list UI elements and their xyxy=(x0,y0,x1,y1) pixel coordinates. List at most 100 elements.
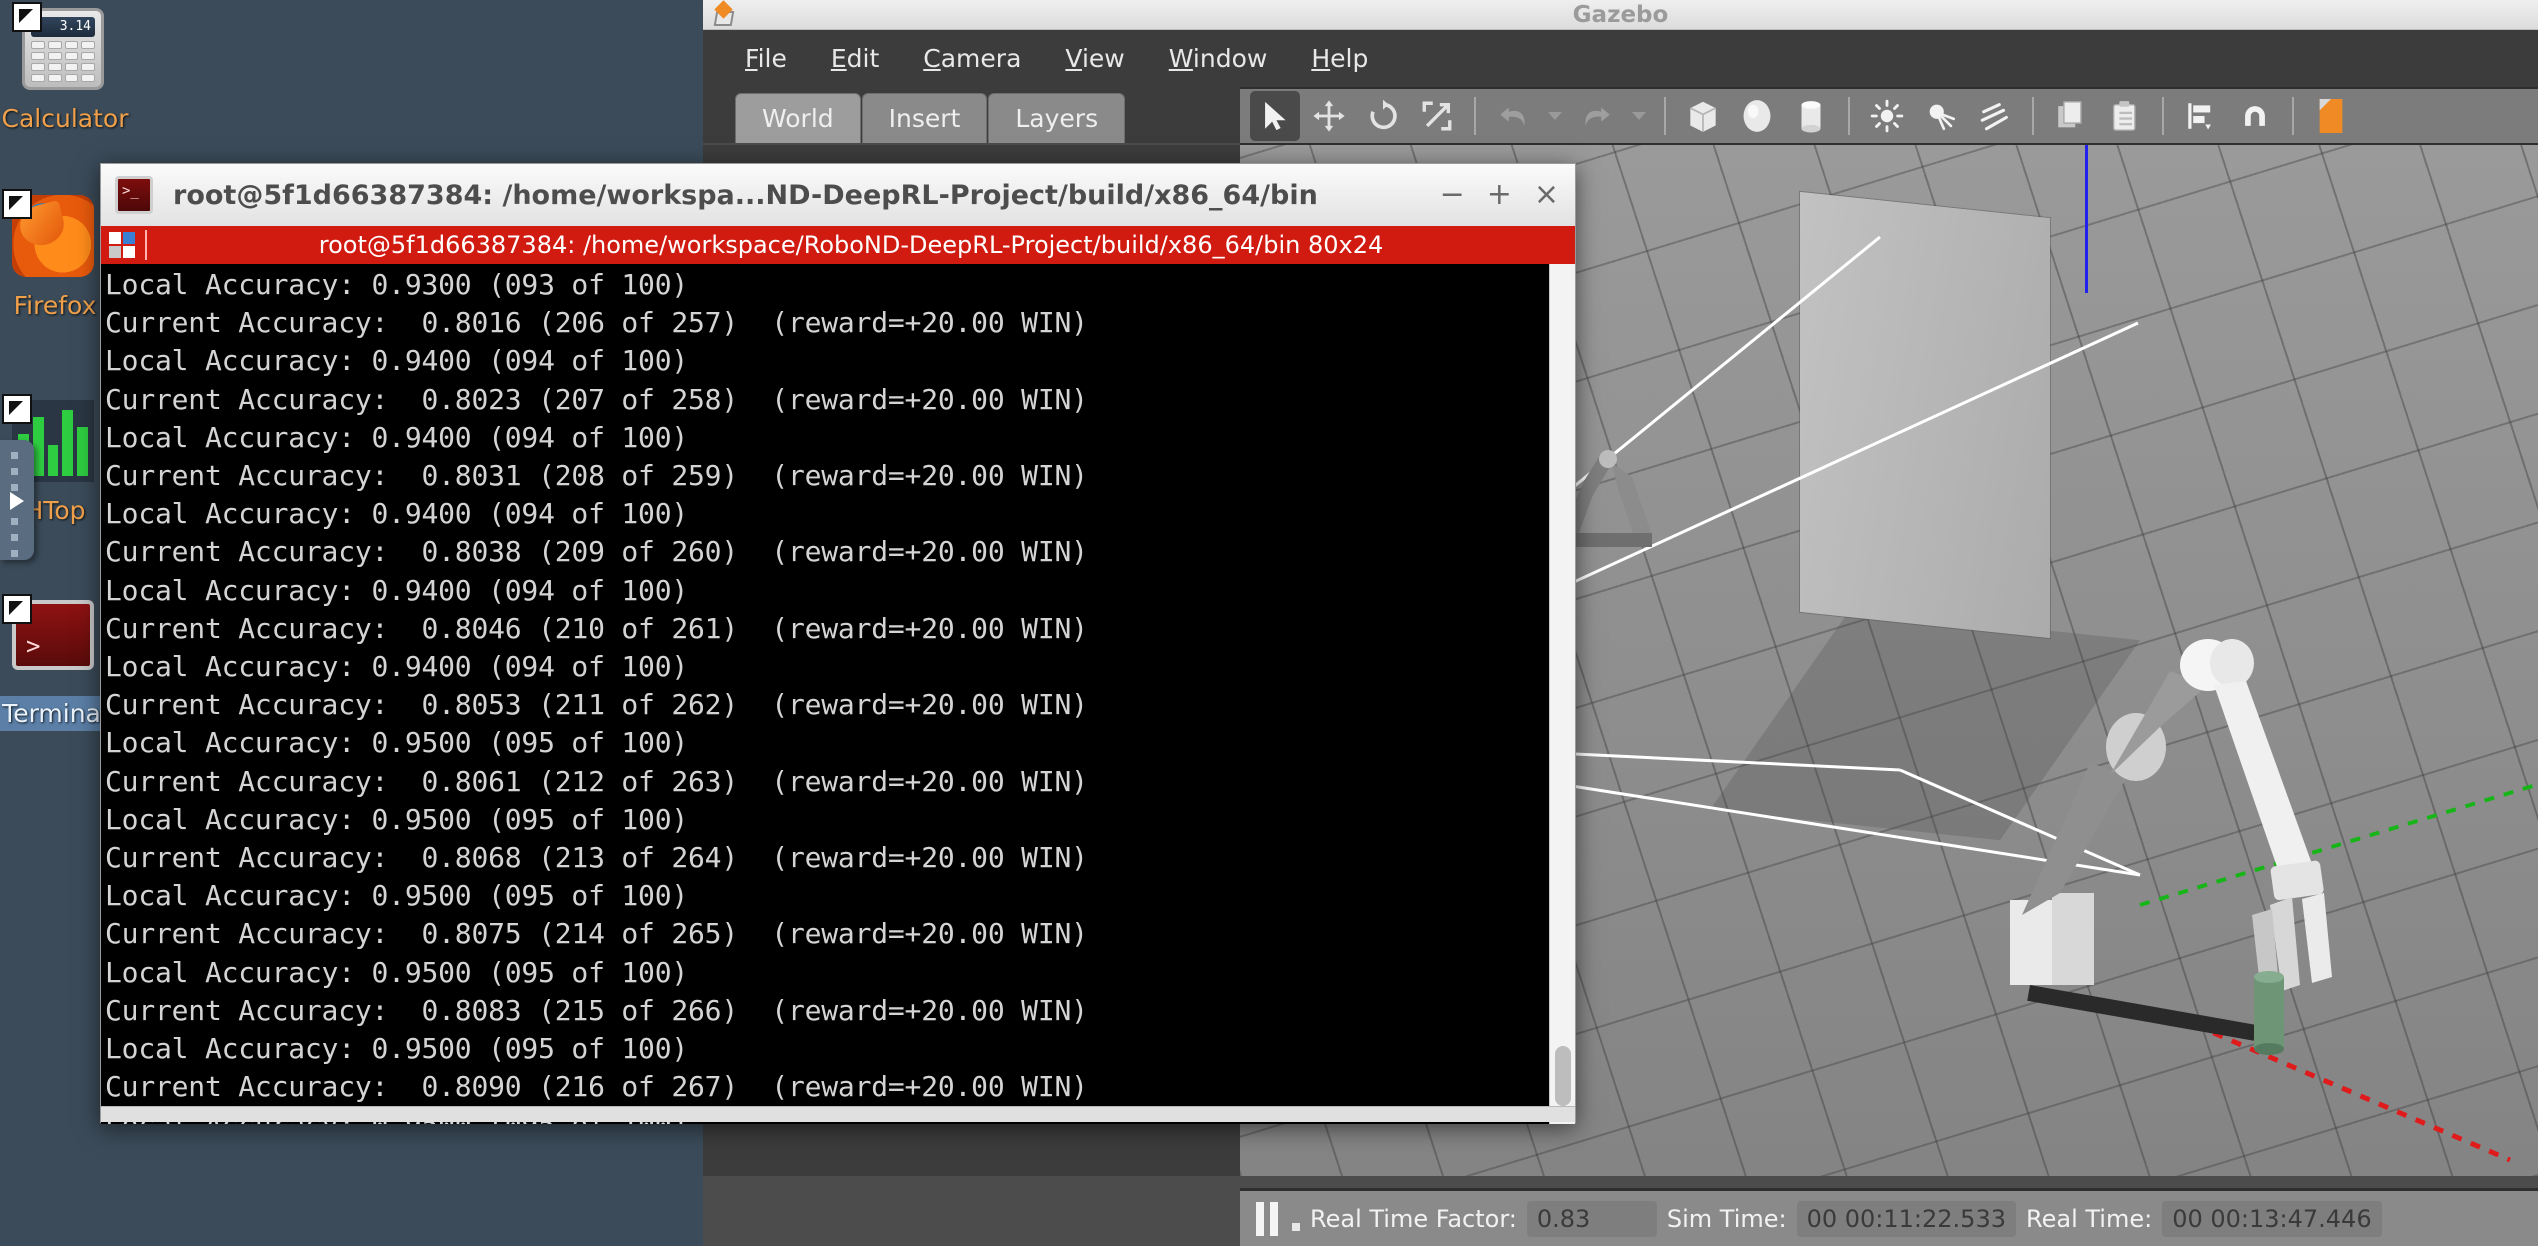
paste-icon[interactable] xyxy=(2100,91,2150,141)
box-icon[interactable] xyxy=(1678,91,1728,141)
terminal-line: Current Accuracy: 0.8016 (206 of 257) (r… xyxy=(105,306,1088,340)
screen: 3.14 Calculator Firefox HTop > Terminal … xyxy=(0,0,2538,1246)
terminal-line: Current Accuracy: 0.8031 (208 of 259) (r… xyxy=(105,459,1088,493)
side-drawer-handle[interactable] xyxy=(0,440,34,560)
shortcut-link-icon xyxy=(2,189,32,219)
terminal-window[interactable]: root@5f1d66387384: /home/workspa...ND-De… xyxy=(100,163,1576,1124)
status-dot-icon xyxy=(1292,1222,1300,1231)
close-button[interactable]: × xyxy=(1534,180,1559,210)
terminal-icon xyxy=(115,176,153,214)
snap-magnet-icon[interactable] xyxy=(2230,91,2280,141)
terminal-window-title: root@5f1d66387384: /home/workspa...ND-De… xyxy=(173,179,1318,211)
terminal-output: Local Accuracy: 0.9300 (093 of 100) Curre… xyxy=(101,264,1549,1124)
menu-item-window[interactable]: Window xyxy=(1169,44,1268,73)
shortcut-link-icon xyxy=(12,2,42,32)
terminal-line: Local Accuracy: 0.9500 (095 of 100) xyxy=(105,955,689,989)
undo-icon[interactable] xyxy=(1488,91,1538,141)
menu-item-view[interactable]: View xyxy=(1065,44,1124,73)
terminal-body[interactable]: Local Accuracy: 0.9300 (093 of 100) Curre… xyxy=(101,264,1575,1124)
scale-icon[interactable] xyxy=(1412,91,1462,141)
sphere-icon[interactable] xyxy=(1732,91,1782,141)
terminal-line: Current Accuracy: 0.8023 (207 of 258) (r… xyxy=(105,382,1088,416)
chevron-down-icon[interactable] xyxy=(1548,112,1562,120)
toolbar-separator xyxy=(1664,97,1666,135)
scrollbar-thumb[interactable] xyxy=(1555,1046,1571,1106)
terminal-line: Current Accuracy: 0.8038 (209 of 260) (r… xyxy=(105,535,1088,569)
terminal-line: Current Accuracy: 0.8068 (213 of 264) (r… xyxy=(105,841,1088,875)
sim-time-label: Sim Time: xyxy=(1666,1204,1787,1233)
terminal-line: Current Accuracy: 0.8090 (216 of 267) (r… xyxy=(105,1070,1088,1104)
terminal-line: Local Accuracy: 0.9500 (095 of 100) xyxy=(105,802,689,836)
menu-item-file[interactable]: File xyxy=(745,44,787,73)
terminal-line: Current Accuracy: 0.8053 (211 of 262) (r… xyxy=(105,688,1088,722)
terminal-line: Current Accuracy: 0.8046 (210 of 261) (r… xyxy=(105,611,1088,645)
tab-layers[interactable]: Layers xyxy=(988,93,1126,143)
chevron-right-icon xyxy=(10,492,24,510)
gazebo-toolbar xyxy=(1240,87,2538,145)
toolbar-separator xyxy=(1848,97,1850,135)
green-target-cylinder xyxy=(2254,971,2284,1055)
real-time-value: 00 00:13:47.446 xyxy=(2162,1200,2382,1237)
menu-item-help[interactable]: Help xyxy=(1311,44,1368,73)
tab-world[interactable]: World xyxy=(735,93,861,143)
terminal-line: Current Accuracy: 0.8083 (215 of 266) (r… xyxy=(105,993,1088,1027)
toolbar-separator xyxy=(2292,97,2294,135)
select-arrow-icon[interactable] xyxy=(1250,91,1300,141)
terminal-icon xyxy=(2,594,98,686)
menu-item-edit[interactable]: Edit xyxy=(831,44,879,73)
cylinder-icon[interactable] xyxy=(1786,91,1836,141)
toolbar-separator xyxy=(2162,97,2164,135)
real-time-factor-label: Real Time Factor: xyxy=(1310,1204,1517,1233)
toolbar-separator xyxy=(1474,97,1476,135)
terminal-line: Local Accuracy: 0.9500 (095 of 100) xyxy=(105,879,689,913)
terminal-tabs-icon xyxy=(109,232,135,258)
terminal-scrollbar[interactable] xyxy=(1549,264,1575,1124)
drawer-grip-dots xyxy=(11,518,18,557)
terminal-line: Local Accuracy: 0.9400 (094 of 100) xyxy=(105,344,689,378)
tab-insert[interactable]: Insert xyxy=(861,93,988,143)
gazebo-window-title: Gazebo xyxy=(1572,1,1669,28)
rotate-icon[interactable] xyxy=(1358,91,1408,141)
terminal-line: Local Accuracy: 0.9300 (093 of 100) xyxy=(105,268,689,301)
shortcut-link-icon xyxy=(2,394,32,424)
terminal-line: Current Accuracy: 0.8075 (214 of 265) (r… xyxy=(105,917,1088,951)
desktop-icon-label: Calculator xyxy=(1,104,129,133)
desktop-icon-label: Terminal xyxy=(0,696,116,731)
chevron-down-icon[interactable] xyxy=(1632,112,1646,120)
terminal-titlebar[interactable]: root@5f1d66387384: /home/workspa...ND-De… xyxy=(101,164,1575,226)
pause-icon[interactable] xyxy=(1256,1201,1282,1236)
terminal-tab-title: root@5f1d66387384: /home/workspace/RoboN… xyxy=(318,231,1384,259)
toolbar-separator xyxy=(2032,97,2034,135)
terminal-line: Local Accuracy: 0.9400 (094 of 100) xyxy=(105,573,689,607)
terminal-line: Current Accuracy: 0.8061 (212 of 263) (r… xyxy=(105,764,1088,798)
translate-move-icon[interactable] xyxy=(1304,91,1354,141)
window-controls: − + × xyxy=(1440,164,1559,226)
terminal-tab-bar[interactable]: root@5f1d66387384: /home/workspace/RoboN… xyxy=(101,226,1575,264)
align-icon[interactable] xyxy=(2176,91,2226,141)
directional-light-icon[interactable] xyxy=(1970,91,2020,141)
redo-icon[interactable] xyxy=(1572,91,1622,141)
real-time-factor-value: 0.83 xyxy=(1526,1200,1657,1237)
gazebo-status-bar: Real Time Factor: 0.83 Sim Time: 00 00:1… xyxy=(1240,1188,2538,1246)
calculator-icon: 3.14 xyxy=(12,2,108,94)
copy-icon[interactable] xyxy=(2046,91,2096,141)
robot-arm[interactable] xyxy=(1940,485,2460,1105)
minimize-button[interactable]: − xyxy=(1440,180,1465,210)
terminal-line: Local Accuracy: 0.9500 (095 of 100) xyxy=(105,726,689,760)
orange-tool-icon[interactable] xyxy=(2306,91,2356,141)
drawer-grip-dots xyxy=(11,452,18,491)
gazebo-menubar: File Edit Camera View Window Help xyxy=(703,30,2538,87)
menu-item-camera[interactable]: Camera xyxy=(923,44,1021,73)
terminal-line: Local Accuracy: 0.9400 (094 of 100) xyxy=(105,420,689,454)
gazebo-titlebar[interactable]: Gazebo xyxy=(703,0,2538,30)
maximize-button[interactable]: + xyxy=(1487,180,1512,210)
desktop-icon-calculator[interactable]: 3.14 Calculator xyxy=(0,2,165,133)
terminal-line: Local Accuracy: 0.9400 (094 of 100) xyxy=(105,650,689,684)
point-light-icon[interactable] xyxy=(1862,91,1912,141)
shortcut-link-icon xyxy=(2,594,32,624)
terminal-status-strip xyxy=(101,1106,1575,1122)
terminal-line: Local Accuracy: 0.9500 (095 of 100) xyxy=(105,1032,689,1066)
spot-light-icon[interactable] xyxy=(1916,91,1966,141)
terminal-line: Local Accuracy: 0.9400 (094 of 100) xyxy=(105,497,689,531)
real-time-label: Real Time: xyxy=(2026,1204,2153,1233)
